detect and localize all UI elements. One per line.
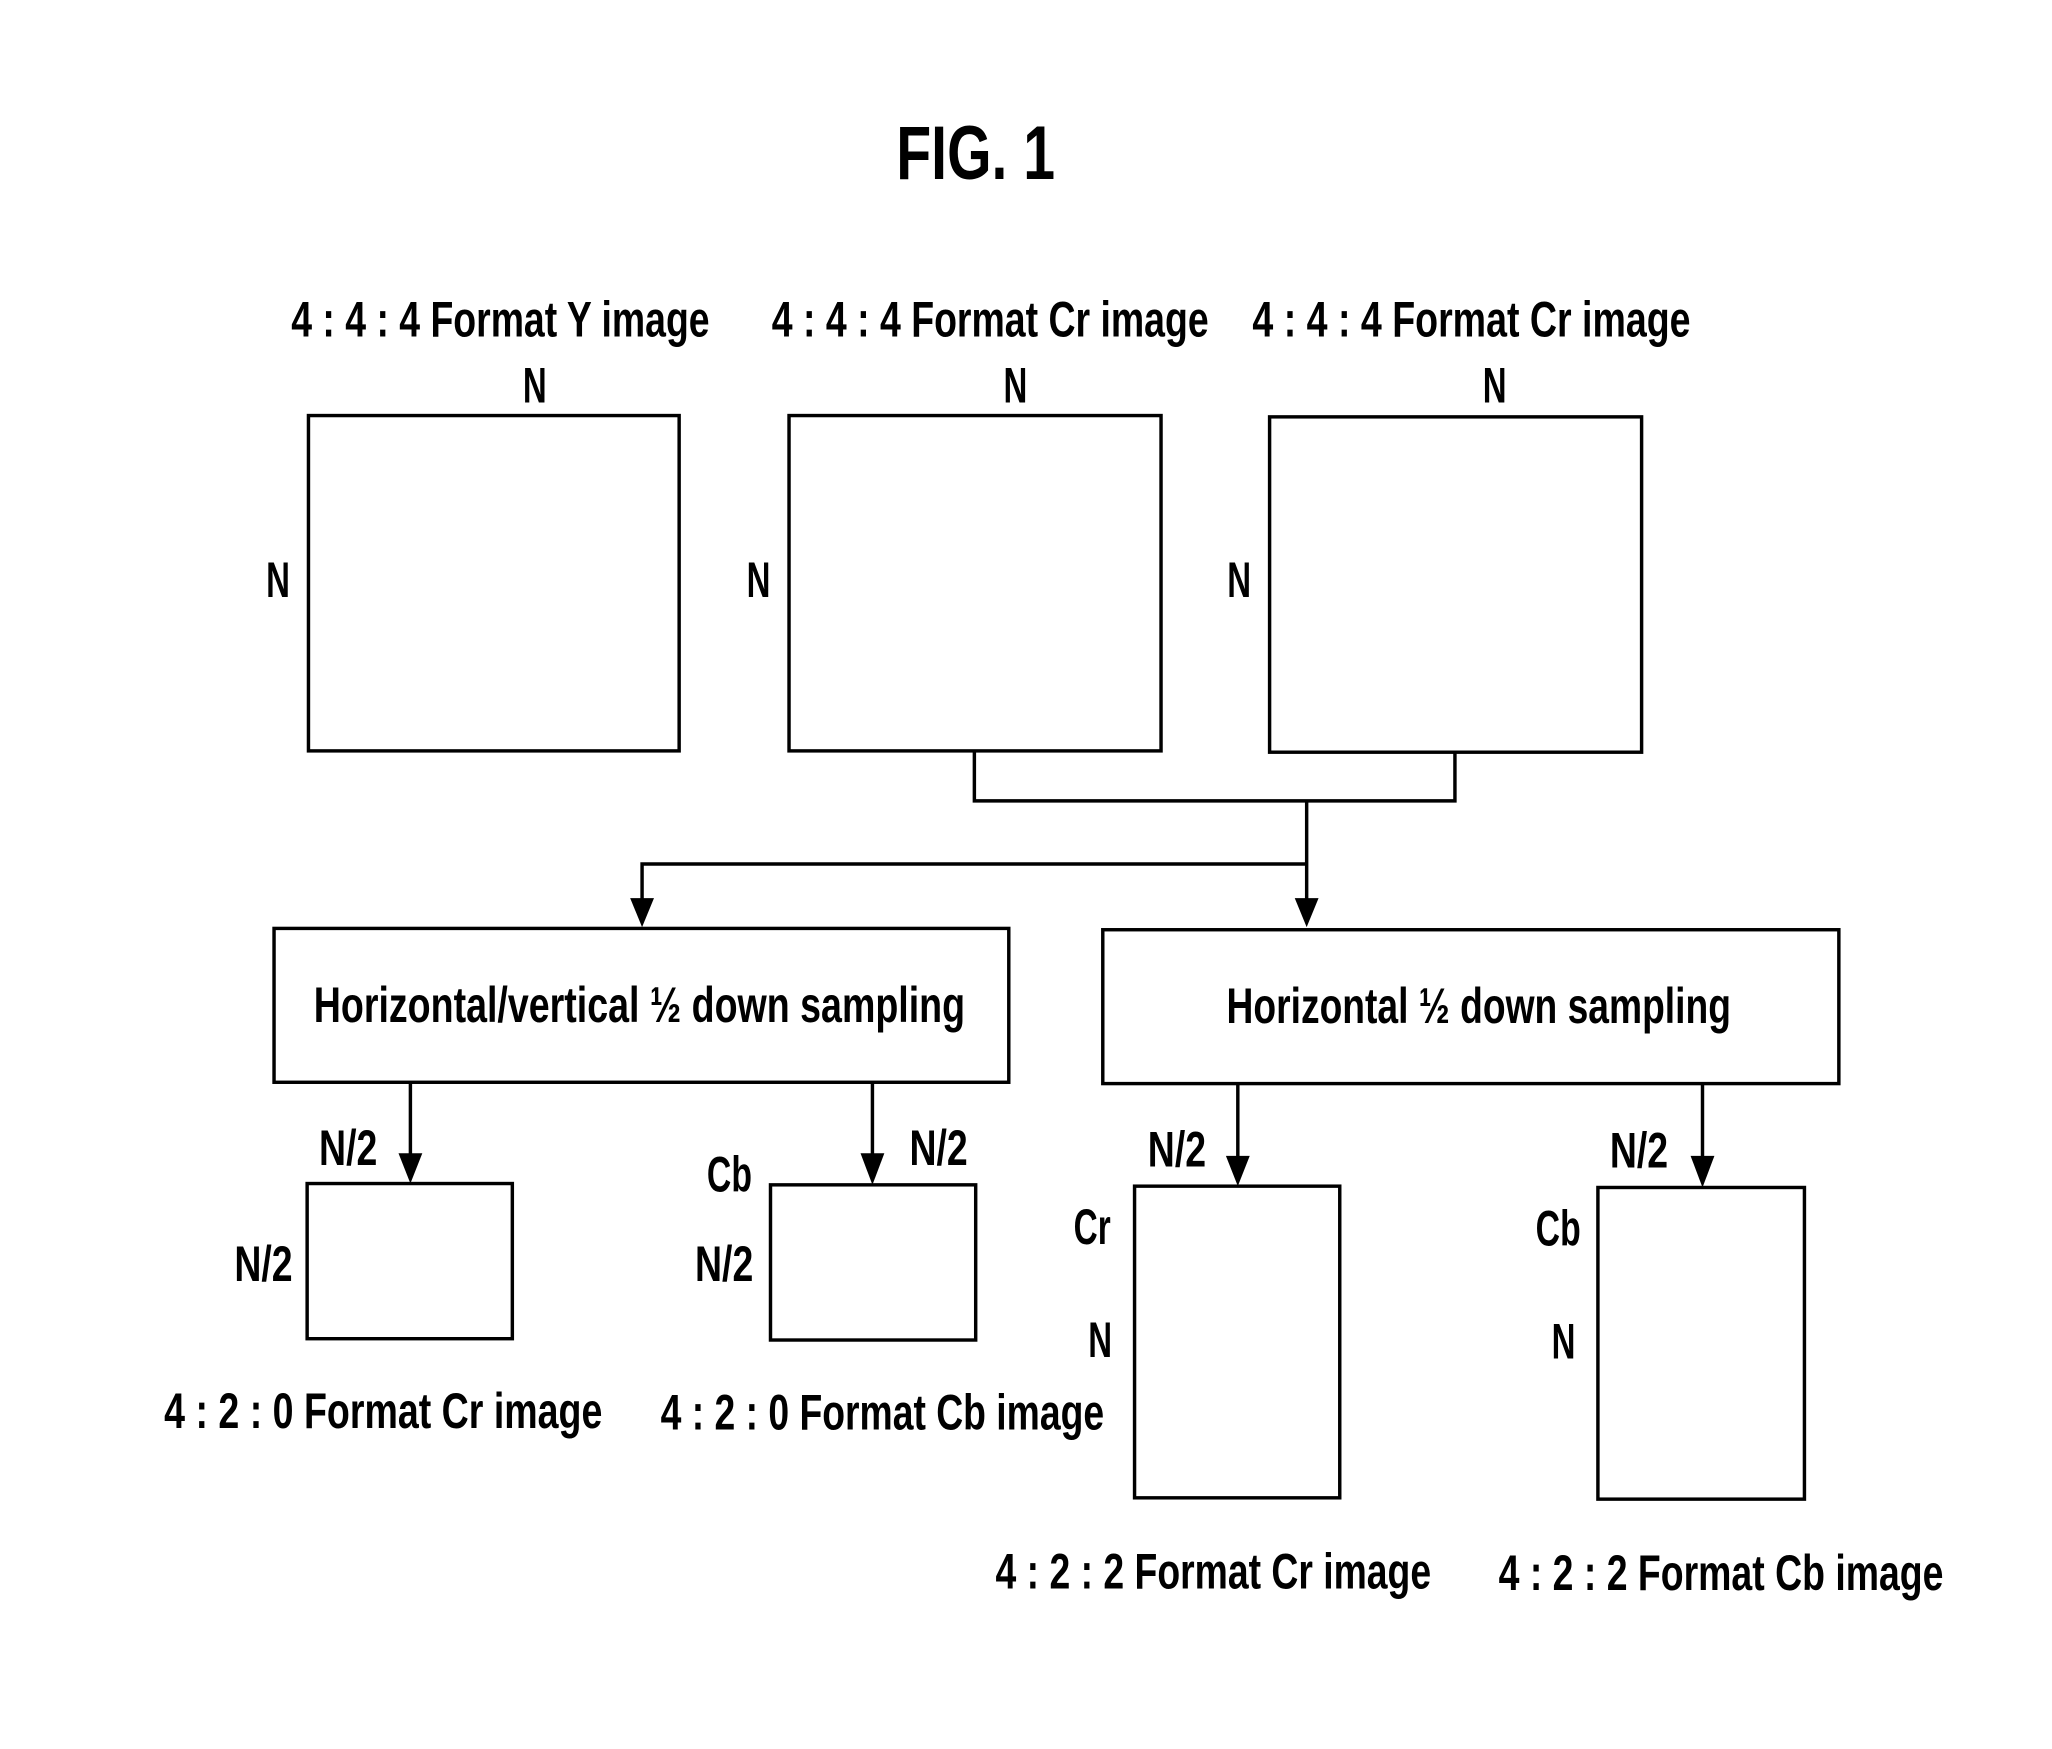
arrowhead-to-422-cr bbox=[1225, 1155, 1250, 1187]
output-width-label-420-cb: N/2 bbox=[909, 1120, 967, 1176]
arrowhead-to-process-left bbox=[630, 898, 654, 928]
output-box-420-cr bbox=[305, 1181, 515, 1341]
input-label-cr-2: 4 : 4 : 4 Format Cr image bbox=[1252, 292, 1690, 348]
process-label-hv-downsampling: Horizontal/vertical ½ down sampling bbox=[314, 977, 965, 1033]
input-label-y: 4 : 4 : 4 Format Y image bbox=[291, 292, 709, 348]
input-height-label-cr-1: N bbox=[747, 552, 771, 608]
output-caption-422-cb: 4 : 2 : 2 Format Cb image bbox=[1499, 1545, 1944, 1601]
input-width-label-y: N bbox=[523, 358, 547, 414]
output-width-label-422-cr: N/2 bbox=[1148, 1122, 1206, 1178]
input-box-y bbox=[306, 413, 681, 753]
output-component-label-422-cb: Cb bbox=[1536, 1200, 1581, 1256]
process-label-h-downsampling: Horizontal ½ down sampling bbox=[1227, 978, 1731, 1034]
input-box-cr-2 bbox=[1267, 415, 1644, 754]
output-box-422-cb bbox=[1596, 1185, 1807, 1501]
output-width-label-420-cr: N/2 bbox=[319, 1120, 377, 1176]
output-width-label-422-cb: N/2 bbox=[1610, 1123, 1668, 1179]
output-component-label-420-cb: Cb bbox=[707, 1147, 752, 1203]
input-box-cr-1 bbox=[787, 413, 1163, 753]
arrowhead-to-420-cr bbox=[398, 1153, 423, 1184]
output-height-label-420-cb: N/2 bbox=[695, 1236, 753, 1292]
output-height-label-422-cr: N bbox=[1088, 1312, 1112, 1368]
output-height-label-420-cr: N/2 bbox=[234, 1236, 292, 1292]
merge-connector bbox=[972, 750, 1457, 803]
output-caption-422-cr: 4 : 2 : 2 Format Cr image bbox=[996, 1544, 1432, 1600]
arrowhead-to-420-cb bbox=[860, 1153, 885, 1185]
output-box-422-cr bbox=[1132, 1184, 1342, 1500]
branch-connector-left bbox=[640, 862, 1307, 901]
input-width-label-cr-1: N bbox=[1003, 358, 1027, 414]
input-label-cr-1: 4 : 4 : 4 Format Cr image bbox=[772, 292, 1209, 348]
output-height-label-422-cb: N bbox=[1552, 1314, 1576, 1370]
figure-canvas: FIG. 1 4 : 4 : 4 Format Y image 4 : 4 : … bbox=[164, 111, 1944, 1601]
output-component-label-422-cr: Cr bbox=[1074, 1199, 1111, 1255]
output-caption-420-cb: 4 : 2 : 0 Format Cb image bbox=[661, 1385, 1104, 1441]
arrowhead-to-process-right bbox=[1294, 898, 1319, 928]
arrowhead-to-422-cb bbox=[1690, 1155, 1715, 1188]
output-box-420-cb bbox=[768, 1183, 978, 1342]
figure-title: FIG. 1 bbox=[896, 111, 1055, 196]
output-caption-420-cr: 4 : 2 : 0 Format Cr image bbox=[164, 1383, 602, 1439]
input-height-label-y: N bbox=[266, 552, 290, 608]
input-width-label-cr-2: N bbox=[1483, 358, 1507, 414]
input-height-label-cr-2: N bbox=[1227, 552, 1251, 608]
